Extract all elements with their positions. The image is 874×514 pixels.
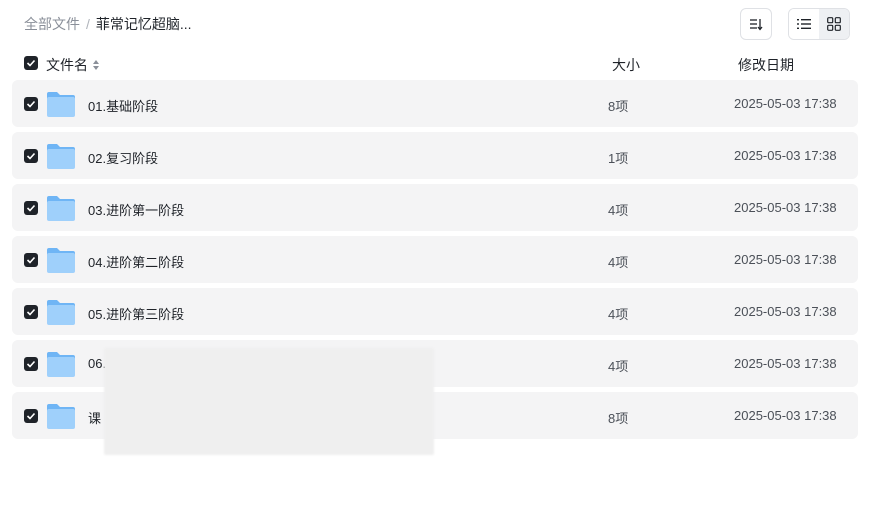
column-header-size[interactable]: 大小 <box>612 55 640 75</box>
table-row[interactable]: 04.进阶第二阶段 4项 2025-05-03 17:38 <box>12 236 858 283</box>
file-name[interactable]: 03.进阶第一阶段 <box>88 200 184 219</box>
row-checkbox[interactable] <box>24 305 38 319</box>
checkmark-icon <box>26 152 36 160</box>
row-checkbox[interactable] <box>24 149 38 163</box>
file-modified-date: 2025-05-03 17:38 <box>734 252 837 267</box>
folder-icon <box>47 404 75 429</box>
file-size: 4项 <box>608 203 629 218</box>
table-row[interactable]: 02.复习阶段 1项 2025-05-03 17:38 <box>12 132 858 179</box>
checkmark-icon <box>26 100 36 108</box>
folder-icon <box>47 92 75 117</box>
row-checkbox[interactable] <box>24 97 38 111</box>
sort-button[interactable] <box>740 8 772 40</box>
row-checkbox[interactable] <box>24 409 38 423</box>
file-size: 1项 <box>608 151 629 166</box>
file-name[interactable]: 02.复习阶段 <box>88 148 158 167</box>
table-row[interactable]: 01.基础阶段 8项 2025-05-03 17:38 <box>12 80 858 127</box>
folder-icon <box>47 144 75 169</box>
file-browser: 全部文件 / 菲常记忆超脑... 文件名 大小 修改日期 01.基础阶段 8项 … <box>0 0 874 514</box>
column-header-name[interactable]: 文件名 <box>46 55 100 75</box>
row-checkbox[interactable] <box>24 253 38 267</box>
file-name[interactable]: 课 <box>88 408 101 427</box>
table-row[interactable]: 03.进阶第一阶段 4项 2025-05-03 17:38 <box>12 184 858 231</box>
breadcrumb-separator: / <box>86 16 90 32</box>
file-modified-date: 2025-05-03 17:38 <box>734 96 837 111</box>
column-header-date[interactable]: 修改日期 <box>738 55 794 75</box>
breadcrumb: 全部文件 / 菲常记忆超脑... <box>24 14 192 34</box>
file-modified-date: 2025-05-03 17:38 <box>734 200 837 215</box>
file-size: 8项 <box>608 411 629 426</box>
grid-view-icon <box>827 17 841 31</box>
breadcrumb-current-folder: 菲常记忆超脑... <box>95 16 192 32</box>
sort-toggle-icon <box>92 59 100 71</box>
column-header-name-label: 文件名 <box>46 57 88 73</box>
table-row[interactable]: 05.进阶第三阶段 4项 2025-05-03 17:38 <box>12 288 858 335</box>
folder-icon <box>47 196 75 221</box>
file-size: 4项 <box>608 255 629 270</box>
checkmark-icon <box>26 308 36 316</box>
row-checkbox[interactable] <box>24 201 38 215</box>
file-name[interactable]: 01.基础阶段 <box>88 96 158 115</box>
checkmark-icon <box>26 360 36 368</box>
checkmark-icon <box>26 256 36 264</box>
file-size: 8项 <box>608 99 629 114</box>
file-size: 4项 <box>608 359 629 374</box>
grid-view-button[interactable] <box>819 9 849 39</box>
folder-icon <box>47 352 75 377</box>
file-size: 4项 <box>608 307 629 322</box>
view-mode-toggle <box>788 8 850 40</box>
checkmark-icon <box>26 204 36 212</box>
breadcrumb-root-link[interactable]: 全部文件 <box>24 14 80 34</box>
table-header: 文件名 大小 修改日期 <box>12 52 858 76</box>
file-modified-date: 2025-05-03 17:38 <box>734 304 837 319</box>
checkmark-icon <box>26 412 36 420</box>
folder-icon <box>47 300 75 325</box>
file-name[interactable]: 05.进阶第三阶段 <box>88 304 184 323</box>
folder-icon <box>47 248 75 273</box>
file-modified-date: 2025-05-03 17:38 <box>734 408 837 423</box>
redaction-overlay <box>104 348 434 455</box>
file-modified-date: 2025-05-03 17:38 <box>734 356 837 371</box>
list-view-button[interactable] <box>789 9 819 39</box>
file-modified-date: 2025-05-03 17:38 <box>734 148 837 163</box>
checkmark-icon <box>26 59 36 67</box>
row-checkbox[interactable] <box>24 357 38 371</box>
sort-icon <box>750 19 763 31</box>
select-all-checkbox[interactable] <box>24 56 38 70</box>
list-view-icon <box>797 19 811 29</box>
file-name[interactable]: 04.进阶第二阶段 <box>88 252 184 271</box>
